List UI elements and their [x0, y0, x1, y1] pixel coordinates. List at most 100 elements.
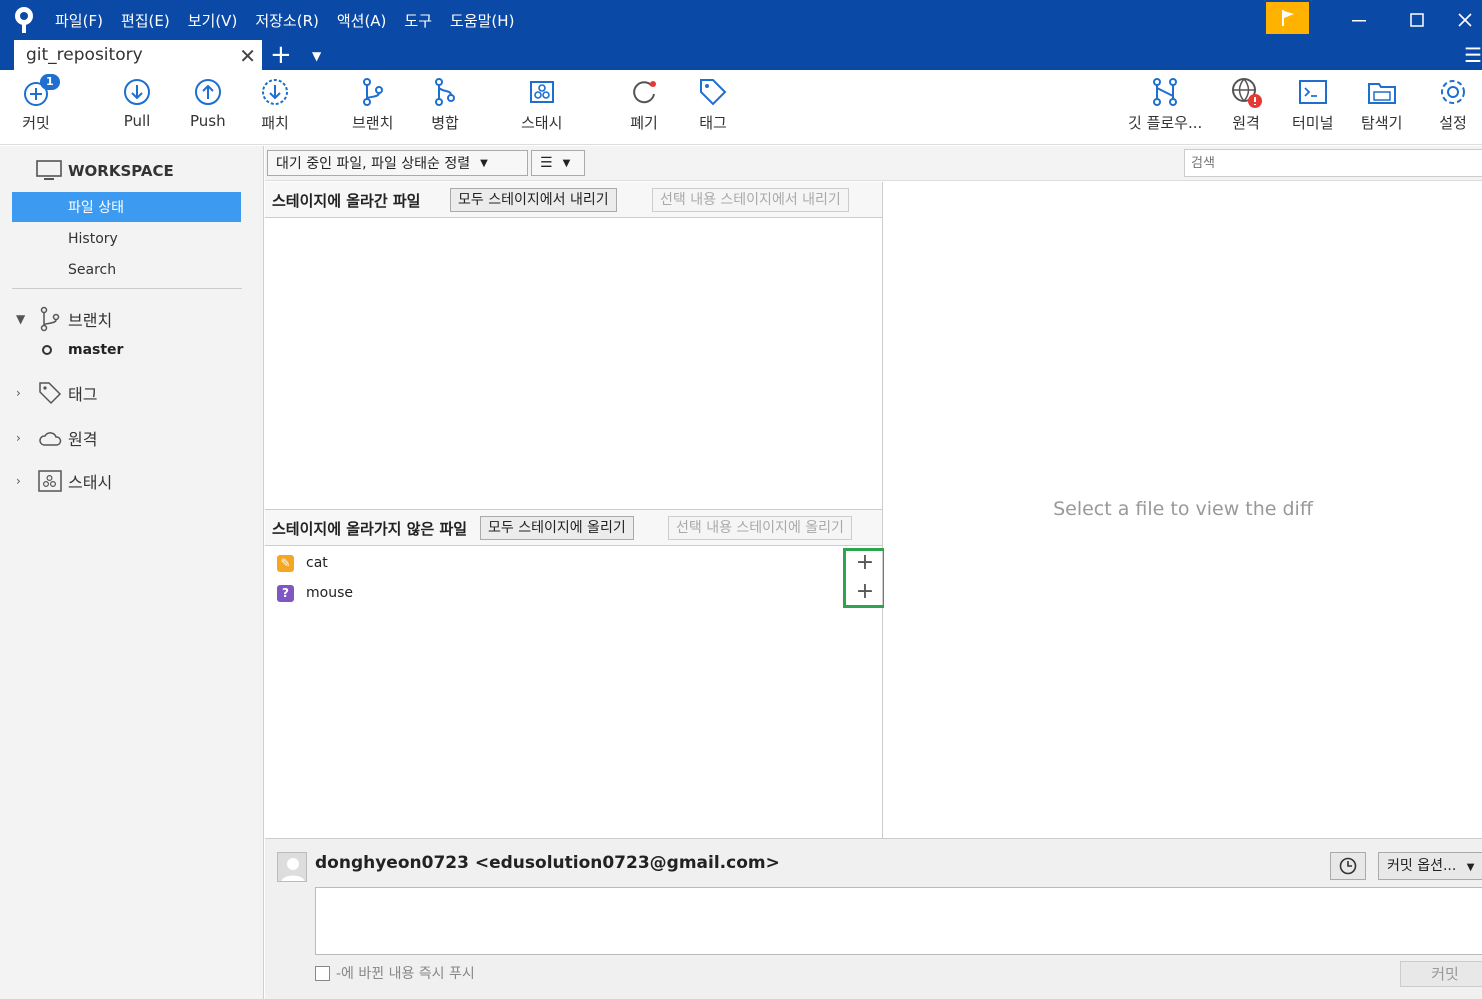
menu-bar: 파일(F) 편집(E) 보기(V) 저장소(R) 액션(A) 도구 도움말(H)	[55, 0, 532, 40]
chevron-down-icon[interactable]: ▼	[16, 312, 30, 326]
tag-icon	[700, 79, 727, 106]
close-icon	[1458, 13, 1472, 27]
stash-button[interactable]: 스태시	[521, 76, 562, 140]
staged-files-title: 스테이지에 올라간 파일	[272, 192, 421, 210]
close-window-button[interactable]	[1448, 0, 1482, 40]
tab-strip: git_repository ✕ + ▼ ☰	[0, 40, 1482, 70]
commit-options-label: 커밋 옵션...	[1387, 858, 1457, 874]
staged-files-header: 스테이지에 올라간 파일 모두 스테이지에서 내리기 선택 내용 스테이지에서 …	[265, 182, 882, 218]
sort-dropdown[interactable]: 대기 중인 파일, 파일 상태순 정렬 ▼	[267, 150, 528, 176]
file-row-mouse[interactable]: ? mouse	[277, 579, 353, 607]
notification-flag-button[interactable]	[1266, 2, 1309, 34]
sidebar-item-label: History	[68, 231, 118, 247]
merge-button[interactable]: 병합	[429, 76, 461, 140]
workspace-label: WORKSPACE	[68, 162, 174, 180]
stage-file-cat-plus-icon[interactable]: +	[855, 552, 875, 574]
stage-selected-button[interactable]: 선택 내용 스테이지에 올리기	[668, 516, 852, 540]
gitflow-icon	[1153, 78, 1178, 106]
commit-options-dropdown[interactable]: 커밋 옵션... ▼	[1378, 852, 1482, 880]
push-immediately-row[interactable]: -에 바뀐 내용 즉시 푸시	[315, 963, 475, 983]
sidebar-item-file-status[interactable]: 파일 상태	[12, 192, 241, 222]
tab-close-icon[interactable]: ✕	[239, 44, 256, 68]
branch-icon	[362, 78, 383, 106]
chevron-right-icon[interactable]: ›	[16, 474, 30, 488]
discard-label: 폐기	[630, 114, 658, 132]
view-mode-dropdown[interactable]: ☰ ▼	[531, 150, 585, 176]
pull-button[interactable]: Pull	[121, 76, 153, 140]
push-button[interactable]: Push	[190, 76, 226, 140]
monitor-icon	[36, 160, 62, 180]
tag-icon	[39, 382, 62, 405]
maximize-button[interactable]	[1392, 0, 1442, 40]
push-immediately-checkbox[interactable]	[315, 965, 330, 981]
main-toolbar: 1 커밋 Pull Push 패치 브랜치 병합 스태시 폐기 태그 깃 플로우…	[0, 70, 1482, 145]
avatar	[277, 852, 307, 882]
commit-button[interactable]: 1 커밋	[20, 74, 60, 140]
sidebar-group-tags[interactable]: › 태그	[16, 381, 97, 405]
chevron-right-icon[interactable]: ›	[16, 386, 30, 400]
sidebar-item-search[interactable]: Search	[12, 255, 241, 285]
new-tab-icon[interactable]: +	[270, 40, 292, 70]
gitflow-label: 깃 플로우...	[1128, 114, 1203, 132]
stash-icon	[38, 470, 62, 492]
sidebar-item-label: 파일 상태	[68, 200, 124, 216]
settings-button[interactable]: 설정	[1437, 76, 1469, 140]
menu-help[interactable]: 도움말(H)	[450, 10, 514, 31]
gear-icon	[1441, 80, 1465, 104]
menu-edit[interactable]: 편집(E)	[121, 10, 170, 31]
chevron-down-icon: ▼	[1466, 862, 1475, 873]
explorer-button[interactable]: 탐색기	[1361, 76, 1402, 140]
unstage-selected-button[interactable]: 선택 내용 스테이지에서 내리기	[652, 188, 849, 212]
discard-button[interactable]: 폐기	[628, 76, 660, 140]
menu-tools[interactable]: 도구	[404, 10, 432, 31]
patch-button[interactable]: 패치	[259, 76, 291, 140]
menu-repository[interactable]: 저장소(R)	[255, 10, 319, 31]
chevron-down-icon: ▼	[562, 157, 571, 169]
push-immediately-label: -에 바뀐 내용 즉시 푸시	[336, 966, 475, 982]
commit-author: donghyeon0723 <edusolution0723@gmail.com…	[315, 853, 780, 873]
sidebar-group-remotes[interactable]: › 원격	[16, 426, 97, 450]
stage-all-button[interactable]: 모두 스테이지에 올리기	[480, 516, 634, 540]
gitflow-button[interactable]: 깃 플로우...	[1128, 76, 1202, 140]
sidebar-divider	[12, 288, 242, 289]
sidebar-item-label: Search	[68, 262, 117, 278]
chevron-right-icon[interactable]: ›	[16, 431, 30, 445]
pull-icon	[124, 79, 150, 105]
maximize-icon	[1410, 13, 1424, 27]
patch-icon	[262, 79, 288, 105]
merge-label: 병합	[431, 114, 459, 132]
explorer-label: 탐색기	[1361, 114, 1403, 132]
minimize-button[interactable]	[1334, 0, 1384, 40]
unstage-all-button[interactable]: 모두 스테이지에서 내리기	[450, 188, 617, 212]
search-input[interactable]	[1184, 149, 1482, 177]
stage-file-mouse-plus-icon[interactable]: +	[855, 581, 875, 603]
menu-actions[interactable]: 액션(A)	[337, 10, 387, 31]
commit-badge: 1	[40, 74, 60, 90]
sidebar-group-branches[interactable]: ▼ 브랜치	[16, 306, 112, 332]
commit-message-input[interactable]	[315, 887, 1482, 955]
tag-button[interactable]: 태그	[697, 76, 729, 140]
list-icon: ☰	[540, 155, 553, 171]
sidebar-item-history[interactable]: History	[12, 224, 241, 254]
commit-history-button[interactable]	[1330, 852, 1366, 880]
menu-file[interactable]: 파일(F)	[55, 10, 103, 31]
merge-icon	[435, 78, 455, 106]
remote-label: 원격	[1232, 114, 1260, 132]
commit-submit-button[interactable]: 커밋	[1400, 961, 1482, 987]
hamburger-menu-icon[interactable]: ☰	[1464, 40, 1482, 70]
file-row-cat[interactable]: ✎ cat	[277, 549, 328, 577]
workspace-header: WORKSPACE	[36, 160, 174, 182]
untracked-icon: ?	[277, 584, 294, 602]
tab-dropdown-icon[interactable]: ▼	[312, 40, 321, 72]
tab-repository[interactable]: git_repository ✕	[14, 40, 262, 70]
sidebar-group-stashes[interactable]: › 스태시	[16, 469, 112, 493]
push-label: Push	[190, 112, 226, 130]
branch-item-master[interactable]: master	[42, 342, 123, 358]
menu-view[interactable]: 보기(V)	[188, 10, 238, 31]
branch-button[interactable]: 브랜치	[352, 76, 393, 140]
remote-button[interactable]: 원격	[1230, 76, 1262, 140]
file-filter-bar: 대기 중인 파일, 파일 상태순 정렬 ▼ ☰ ▼	[265, 146, 1482, 181]
sidebar: WORKSPACE 파일 상태 History Search ▼ 브랜치 mas…	[0, 146, 264, 999]
terminal-button[interactable]: 터미널	[1292, 76, 1333, 140]
tags-label: 태그	[68, 385, 98, 404]
